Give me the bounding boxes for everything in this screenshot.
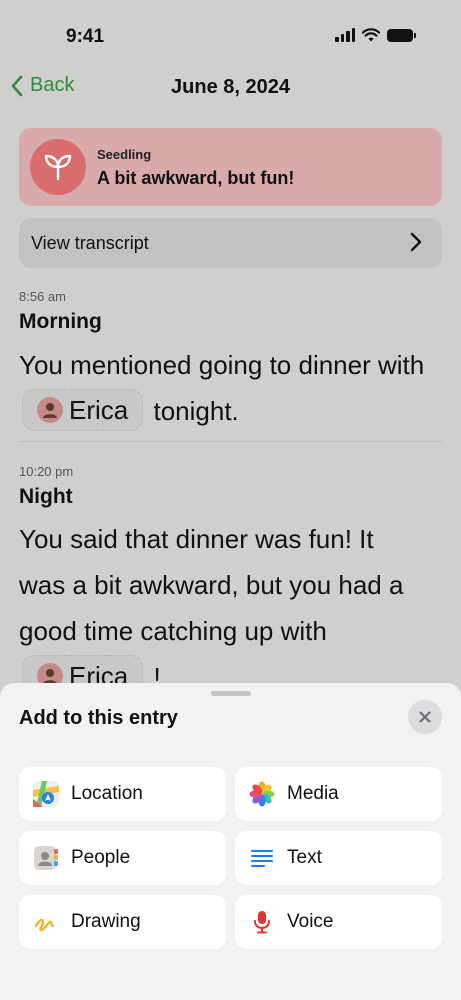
option-label: People bbox=[71, 847, 131, 868]
person-chip[interactable]: Erica bbox=[22, 389, 144, 432]
battery-icon bbox=[387, 28, 416, 42]
option-label: Media bbox=[287, 783, 339, 804]
option-label: Text bbox=[287, 847, 322, 868]
location-option[interactable]: Location bbox=[19, 767, 226, 821]
microphone-icon bbox=[249, 909, 275, 935]
contacts-icon bbox=[33, 845, 59, 871]
cellular-signal-icon bbox=[335, 28, 355, 42]
view-transcript-button[interactable]: View transcript bbox=[19, 218, 442, 268]
status-bar: 9:41 bbox=[0, 0, 461, 72]
option-label: Voice bbox=[287, 911, 334, 932]
entry-time: 10:20 pm bbox=[19, 464, 74, 479]
people-option[interactable]: People bbox=[19, 831, 226, 885]
text-option[interactable]: Text bbox=[235, 831, 442, 885]
person-name: Erica bbox=[69, 395, 129, 426]
entry-heading: Night bbox=[19, 485, 73, 508]
wifi-icon bbox=[362, 28, 380, 42]
chevron-right-icon bbox=[410, 232, 422, 252]
drawing-icon bbox=[33, 909, 59, 935]
mood-summary: A bit awkward, but fun! bbox=[97, 168, 295, 188]
entry-text: You said that dinner was fun! It was a b… bbox=[19, 524, 404, 646]
entry-text: tonight. bbox=[153, 396, 239, 426]
status-icons bbox=[335, 28, 416, 42]
avatar bbox=[37, 397, 63, 424]
option-label: Location bbox=[71, 783, 143, 804]
entry-text: You mentioned going to dinner with bbox=[19, 350, 425, 380]
page-title: June 8, 2024 bbox=[171, 76, 290, 98]
text-lines-icon bbox=[249, 845, 275, 871]
entry-heading: Morning bbox=[19, 310, 102, 333]
nav-bar: Back June 8, 2024 bbox=[0, 72, 461, 106]
entry-body: You said that dinner was fun! It was a b… bbox=[19, 516, 414, 700]
entry-body: You mentioned going to dinner with Erica… bbox=[19, 342, 439, 434]
sheet-title: Add to this entry bbox=[19, 707, 178, 729]
photos-icon bbox=[249, 781, 275, 807]
person-avatar-icon bbox=[43, 403, 57, 419]
close-icon bbox=[419, 711, 431, 723]
media-option[interactable]: Media bbox=[235, 767, 442, 821]
close-button[interactable] bbox=[408, 700, 442, 734]
maps-icon bbox=[33, 781, 59, 807]
option-label: Drawing bbox=[71, 911, 141, 932]
voice-option[interactable]: Voice bbox=[235, 895, 442, 949]
mood-kicker: Seedling bbox=[97, 147, 152, 162]
mood-badge bbox=[30, 139, 86, 195]
drawing-option[interactable]: Drawing bbox=[19, 895, 226, 949]
entry-time: 8:56 am bbox=[19, 289, 66, 304]
add-entry-sheet: Add to this entry Location Media People … bbox=[0, 683, 461, 1000]
divider bbox=[19, 441, 442, 442]
status-time: 9:41 bbox=[66, 26, 105, 47]
seedling-icon bbox=[44, 154, 72, 181]
view-transcript-label: View transcript bbox=[31, 233, 149, 253]
mood-card: Seedling A bit awkward, but fun! bbox=[19, 128, 442, 206]
sheet-grabber[interactable] bbox=[211, 691, 251, 696]
